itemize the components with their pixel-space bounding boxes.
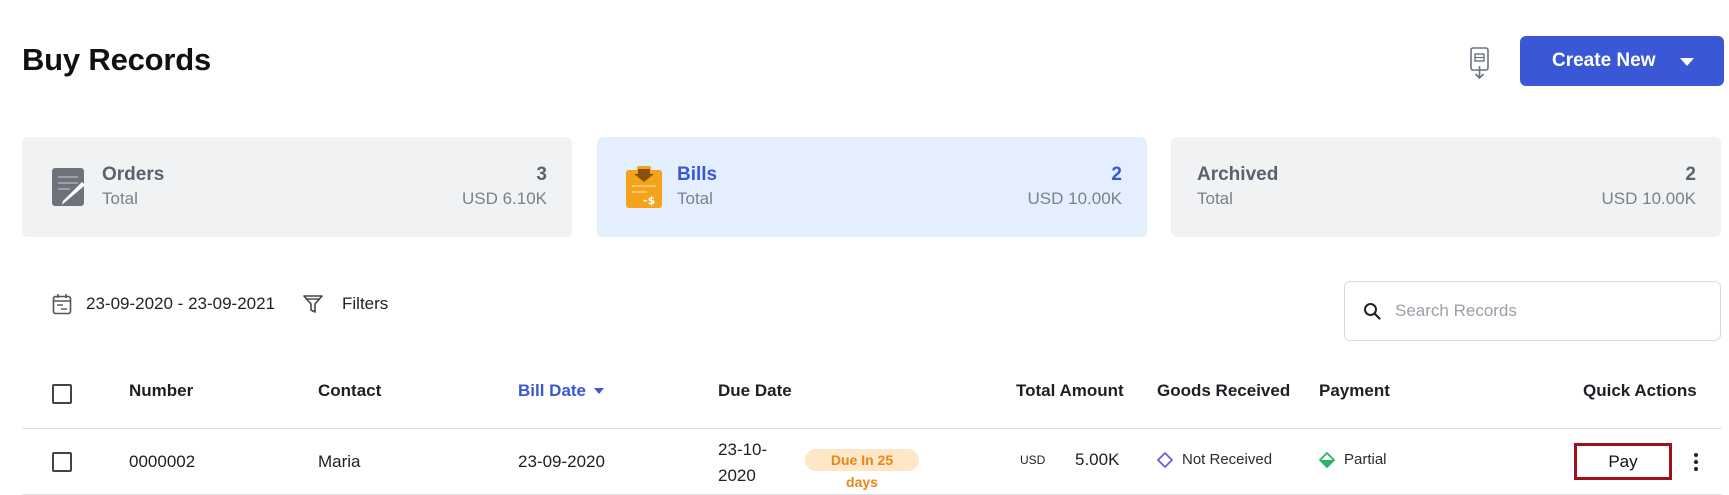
column-header-payment[interactable]: Payment xyxy=(1319,381,1390,401)
bills-card-amount: USD 10.00K xyxy=(1027,189,1123,208)
row-number[interactable]: 0000002 xyxy=(129,452,195,472)
filters-label: Filters xyxy=(342,294,389,313)
payment-status: Partial xyxy=(1319,451,1387,468)
orders-card-amount: USD 6.10K xyxy=(461,189,547,208)
svg-text:-$: -$ xyxy=(643,194,655,207)
filters-button[interactable]: Filters xyxy=(302,293,388,315)
archived-card-label: Archived xyxy=(1197,164,1279,185)
filter-funnel-icon xyxy=(303,295,323,313)
column-header-bill-date[interactable]: Bill Date xyxy=(518,381,605,401)
search-input[interactable] xyxy=(1395,301,1695,321)
calendar-icon xyxy=(52,294,72,315)
row-due-date-line2: 2020 xyxy=(718,466,756,485)
bill-date-header-label: Bill Date xyxy=(518,381,587,400)
page-title: Buy Records xyxy=(22,42,212,77)
bills-card-label: Bills xyxy=(677,164,718,185)
goods-received-text: Not Received xyxy=(1182,451,1273,468)
due-status-badge: Due In 25 xyxy=(805,449,919,471)
goods-received-status: Not Received xyxy=(1157,451,1272,468)
row-contact: Maria xyxy=(318,452,361,471)
diamond-half-icon xyxy=(1319,451,1335,468)
pay-button-label: Pay xyxy=(1608,451,1638,471)
archived-card-amount: USD 10.00K xyxy=(1601,189,1697,208)
column-header-contact[interactable]: Contact xyxy=(318,381,381,401)
search-box[interactable] xyxy=(1344,281,1721,341)
create-new-label: Create New xyxy=(1552,50,1656,71)
archived-card[interactable]: Archived Total 2 USD 10.00K xyxy=(1171,137,1721,237)
header-divider xyxy=(22,428,1722,429)
more-options-icon[interactable] xyxy=(1690,451,1702,473)
row-amount: 5.00K xyxy=(1075,450,1120,469)
pay-button[interactable]: Pay xyxy=(1574,443,1672,480)
export-button[interactable] xyxy=(1465,44,1495,82)
archived-card-count: 2 xyxy=(1685,164,1696,185)
bills-card[interactable]: -$ Bills Total 2 USD 10.00K xyxy=(597,137,1147,237)
due-status-badge-days: days xyxy=(846,474,878,490)
column-header-number[interactable]: Number xyxy=(129,381,193,401)
column-header-total-amount[interactable]: Total Amount xyxy=(1016,381,1124,401)
column-header-quick-actions: Quick Actions xyxy=(1583,381,1697,400)
archived-card-sub: Total xyxy=(1197,189,1233,208)
row-checkbox[interactable] xyxy=(52,452,72,472)
bills-card-count: 2 xyxy=(1111,164,1122,185)
column-header-due-date[interactable]: Due Date xyxy=(718,381,792,401)
search-icon xyxy=(1364,303,1381,320)
payment-text: Partial xyxy=(1344,451,1387,468)
date-range-text: 23-09-2020 - 23-09-2021 xyxy=(86,294,276,313)
row-due-date-line1: 23-10- xyxy=(718,440,768,459)
row-currency: USD xyxy=(1020,453,1046,467)
bills-clipboard-icon: -$ xyxy=(626,166,662,208)
orders-card-label: Orders xyxy=(102,164,165,185)
caret-down-icon xyxy=(1680,58,1694,66)
create-new-button[interactable]: Create New xyxy=(1520,36,1724,86)
select-all-checkbox[interactable] xyxy=(52,384,72,404)
row-bill-date: 23-09-2020 xyxy=(518,452,605,471)
orders-notepad-icon xyxy=(52,168,85,206)
date-range-picker[interactable]: 23-09-2020 - 23-09-2021 xyxy=(52,293,275,315)
diamond-outline-icon xyxy=(1157,451,1173,468)
sort-desc-icon xyxy=(594,388,605,394)
orders-card-sub: Total xyxy=(102,189,138,208)
row-due-date: 23-10- 2020 xyxy=(718,437,767,489)
orders-card[interactable]: Orders Total 3 USD 6.10K xyxy=(22,137,572,237)
column-header-goods-received[interactable]: Goods Received xyxy=(1157,381,1290,401)
orders-card-count: 3 xyxy=(536,164,547,185)
bills-card-sub: Total xyxy=(677,189,713,208)
export-document-icon xyxy=(1470,47,1489,80)
